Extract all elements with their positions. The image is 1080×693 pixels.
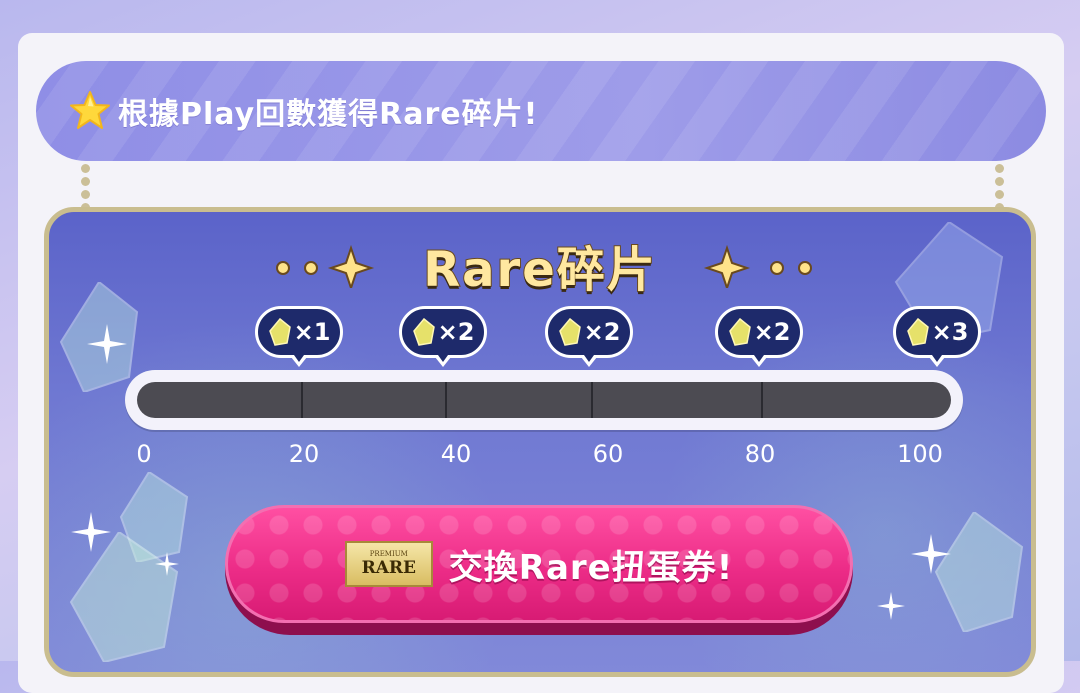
connector-dots-right <box>994 164 1004 212</box>
milestone-divider <box>591 382 593 418</box>
milestone-divider <box>445 382 447 418</box>
sparkle-icon <box>155 552 179 576</box>
crystal-fragment-icon <box>558 318 581 346</box>
title-decoration-right <box>703 244 812 288</box>
sparkle-icon <box>877 592 905 620</box>
crystal-fragment-icon <box>728 318 751 346</box>
exchange-rare-ticket-button[interactable]: PREMIUM RARE 交換Rare扭蛋券! <box>225 505 853 635</box>
play-progress-bar <box>125 370 963 430</box>
banner-title: 根據Play回數獲得Rare碎片! <box>118 97 539 132</box>
exchange-button-face[interactable]: PREMIUM RARE 交換Rare扭蛋券! <box>225 505 853 623</box>
crystal-fragment-icon <box>906 318 929 346</box>
reward-bubble: ×3 <box>893 306 981 367</box>
milestone-divider <box>301 382 303 418</box>
ticket-large-text: RARE <box>361 558 416 578</box>
reward-bubble: ×2 <box>715 306 803 367</box>
sparkle-icon <box>71 512 111 552</box>
connector-dots-left <box>80 164 90 212</box>
scale-label: 100 <box>897 440 943 468</box>
rare-fragment-panel: Rare碎片 ×1 ×2 ×2 ×2 ×3 0 20 40 60 80 100 … <box>44 207 1036 677</box>
reward-bubble: ×1 <box>255 306 343 367</box>
star-icon <box>70 91 110 129</box>
ticket-small-text: PREMIUM <box>369 550 408 558</box>
scale-label: 20 <box>288 440 320 468</box>
scale-label: 60 <box>592 440 624 468</box>
scale-label: 80 <box>744 440 776 468</box>
sparkle-icon <box>911 534 951 574</box>
rare-ticket-icon: PREMIUM RARE <box>344 541 433 587</box>
reward-quantity: ×2 <box>583 318 621 346</box>
crystal-fragment-icon <box>268 318 291 346</box>
scale-label: 40 <box>440 440 472 468</box>
reward-quantity: ×2 <box>437 318 475 346</box>
exchange-button-label[interactable]: 交換Rare扭蛋券! <box>449 540 733 589</box>
scale-label: 0 <box>136 440 152 468</box>
reward-quantity: ×1 <box>293 318 331 346</box>
reward-bubble: ×2 <box>399 306 487 367</box>
reward-quantity: ×2 <box>753 318 791 346</box>
panel-title: Rare碎片 <box>49 230 1031 300</box>
reward-bubble: ×2 <box>545 306 633 367</box>
crystal-fragment-icon <box>412 318 435 346</box>
progress-track <box>137 382 951 418</box>
panel-title-text: Rare碎片 <box>422 241 657 299</box>
info-banner: 根據Play回數獲得Rare碎片! <box>36 61 1046 161</box>
sparkle-icon <box>87 324 127 364</box>
reward-quantity: ×3 <box>931 318 969 346</box>
milestone-divider <box>761 382 763 418</box>
